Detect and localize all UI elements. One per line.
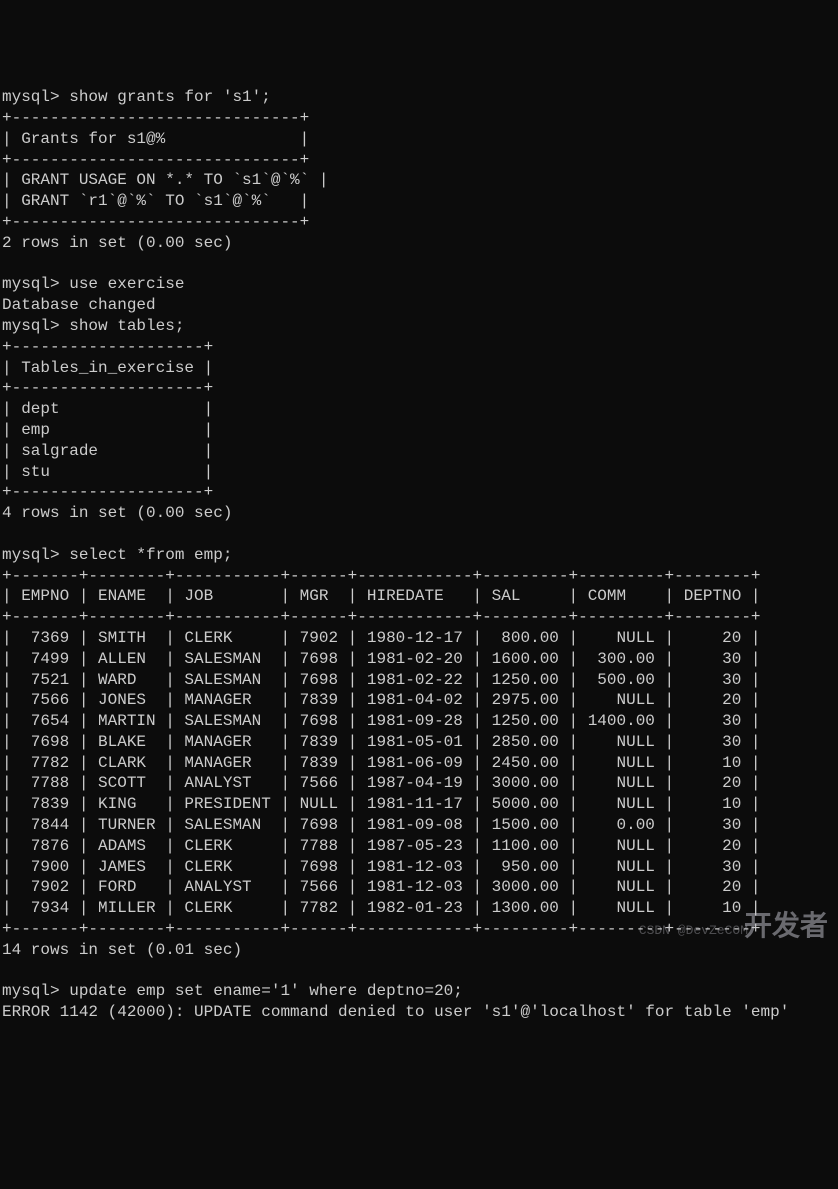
terminal-line: | 7499 | ALLEN | SALESMAN | 7698 | 1981-… <box>2 649 836 670</box>
terminal-line: | 7844 | TURNER | SALESMAN | 7698 | 1981… <box>2 815 836 836</box>
terminal-line: +------------------------------+ <box>2 212 836 233</box>
terminal-line: | GRANT USAGE ON *.* TO `s1`@`%` | <box>2 170 836 191</box>
terminal-line: | 7876 | ADAMS | CLERK | 7788 | 1987-05-… <box>2 836 836 857</box>
terminal-line <box>2 961 836 982</box>
terminal-line: | Tables_in_exercise | <box>2 358 836 379</box>
terminal-line <box>2 524 836 545</box>
terminal-line: | EMPNO | ENAME | JOB | MGR | HIREDATE |… <box>2 586 836 607</box>
terminal-line: mysql> use exercise <box>2 274 836 295</box>
terminal-line: | 7902 | FORD | ANALYST | 7566 | 1981-12… <box>2 877 836 898</box>
terminal-line: | stu | <box>2 462 836 483</box>
terminal-line: +-------+--------+-----------+------+---… <box>2 566 836 587</box>
terminal-line <box>2 254 836 275</box>
terminal-line: | 7566 | JONES | MANAGER | 7839 | 1981-0… <box>2 690 836 711</box>
terminal-line: | 7782 | CLARK | MANAGER | 7839 | 1981-0… <box>2 753 836 774</box>
terminal-line: +-------+--------+-----------+------+---… <box>2 919 836 940</box>
terminal-line: | salgrade | <box>2 441 836 462</box>
terminal-line: mysql> update emp set ename='1' where de… <box>2 981 836 1002</box>
terminal-line: | dept | <box>2 399 836 420</box>
terminal-line: mysql> show tables; <box>2 316 836 337</box>
terminal-line: | 7900 | JAMES | CLERK | 7698 | 1981-12-… <box>2 857 836 878</box>
terminal-line: +------------------------------+ <box>2 150 836 171</box>
terminal-line: | 7521 | WARD | SALESMAN | 7698 | 1981-0… <box>2 670 836 691</box>
terminal-line: 4 rows in set (0.00 sec) <box>2 503 836 524</box>
terminal-line: 2 rows in set (0.00 sec) <box>2 233 836 254</box>
terminal-line: | 7369 | SMITH | CLERK | 7902 | 1980-12-… <box>2 628 836 649</box>
terminal-line: | 7698 | BLAKE | MANAGER | 7839 | 1981-0… <box>2 732 836 753</box>
terminal-line: 14 rows in set (0.01 sec) <box>2 940 836 961</box>
terminal-line: mysql> select *from emp; <box>2 545 836 566</box>
terminal-line: | emp | <box>2 420 836 441</box>
terminal-line: Database changed <box>2 295 836 316</box>
terminal-output[interactable]: mysql> show grants for 's1';+-----------… <box>2 87 836 1023</box>
terminal-line: ERROR 1142 (42000): UPDATE command denie… <box>2 1002 836 1023</box>
terminal-line: +------------------------------+ <box>2 108 836 129</box>
terminal-line: +--------------------+ <box>2 337 836 358</box>
terminal-line: | Grants for s1@% | <box>2 129 836 150</box>
terminal-line: | 7788 | SCOTT | ANALYST | 7566 | 1987-0… <box>2 773 836 794</box>
terminal-line: +--------------------+ <box>2 378 836 399</box>
terminal-line: mysql> show grants for 's1'; <box>2 87 836 108</box>
terminal-line: | 7839 | KING | PRESIDENT | NULL | 1981-… <box>2 794 836 815</box>
terminal-line: | GRANT `r1`@`%` TO `s1`@`%` | <box>2 191 836 212</box>
terminal-line: +--------------------+ <box>2 482 836 503</box>
terminal-line: | 7934 | MILLER | CLERK | 7782 | 1982-01… <box>2 898 836 919</box>
terminal-line: | 7654 | MARTIN | SALESMAN | 7698 | 1981… <box>2 711 836 732</box>
terminal-line: +-------+--------+-----------+------+---… <box>2 607 836 628</box>
